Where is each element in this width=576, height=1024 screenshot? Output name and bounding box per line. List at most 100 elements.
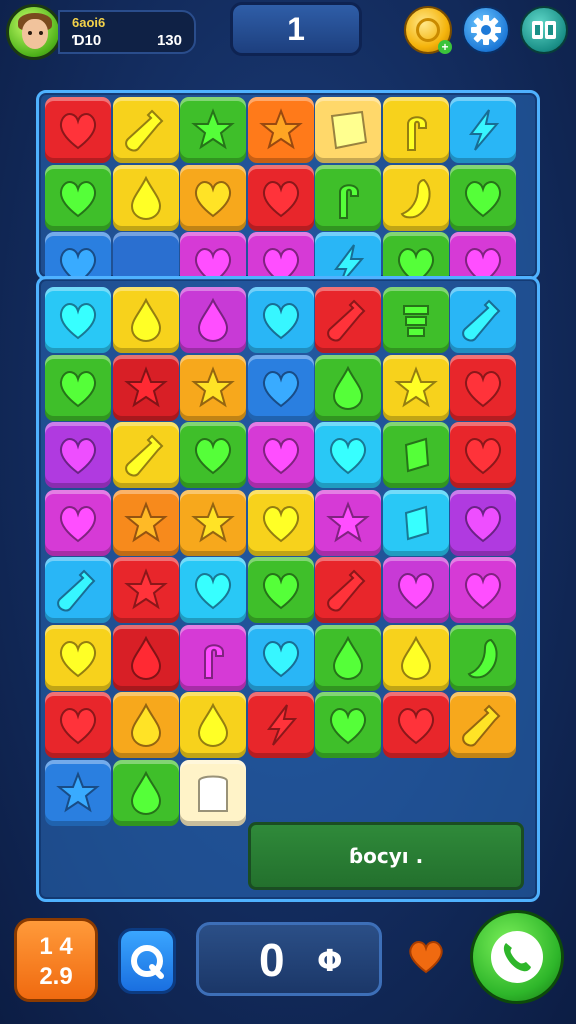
coin-shop-button[interactable]: +: [404, 6, 452, 54]
candy-tile[interactable]: [112, 97, 179, 163]
candy-tile[interactable]: [45, 164, 111, 231]
candy-tile[interactable]: [45, 422, 111, 488]
candy-tile[interactable]: [45, 97, 111, 163]
candy-tile[interactable]: [315, 422, 381, 488]
candy-tile[interactable]: [180, 354, 246, 421]
candy-tile[interactable]: [450, 692, 516, 758]
candy-tile[interactable]: [247, 164, 314, 231]
candy-tile[interactable]: [247, 232, 314, 277]
candy-tile[interactable]: [112, 287, 179, 353]
candy-tile[interactable]: [45, 557, 111, 623]
message-banner: ɓocyı .: [248, 822, 524, 890]
candy-tile[interactable]: [382, 422, 449, 488]
candy-heart-icon: [262, 303, 299, 340]
cards-button[interactable]: [520, 6, 568, 54]
avatar-face: [22, 19, 48, 49]
candy-tile[interactable]: [450, 164, 516, 231]
candy-tile[interactable]: [45, 232, 111, 277]
gear-icon: [471, 15, 501, 45]
shuffle-button[interactable]: [118, 928, 176, 994]
candy-tile[interactable]: [450, 354, 516, 421]
candy-tile[interactable]: [180, 692, 246, 758]
candy-coil-icon: [402, 305, 429, 337]
candy-tile[interactable]: [382, 232, 449, 277]
candy-tile[interactable]: [382, 489, 449, 556]
candy-tile[interactable]: [45, 354, 111, 421]
candy-heart-icon: [397, 573, 434, 610]
candy-cane-icon: [406, 116, 427, 151]
avatar[interactable]: [6, 4, 62, 60]
candy-tile[interactable]: [112, 624, 179, 691]
candy-tile[interactable]: [315, 557, 381, 623]
candy-tile[interactable]: [112, 164, 179, 231]
candy-drop-icon: [130, 770, 161, 815]
candy-tile[interactable]: [247, 624, 314, 691]
candy-tile[interactable]: [180, 759, 246, 826]
candy-tile[interactable]: [382, 624, 449, 691]
candy-heart-icon: [262, 370, 299, 407]
candy-tile[interactable]: [247, 692, 314, 758]
candy-tile[interactable]: [247, 422, 314, 488]
candy-tile[interactable]: [112, 422, 179, 488]
candy-heart-icon: [59, 370, 97, 407]
candy-tile[interactable]: [382, 354, 449, 421]
candy-tile[interactable]: [112, 759, 179, 826]
candy-tile[interactable]: [112, 489, 179, 556]
candy-tile[interactable]: [180, 287, 246, 353]
cards-icon: [532, 21, 556, 39]
candy-tile[interactable]: [315, 354, 381, 421]
avatar-eye: [28, 31, 32, 35]
candy-tile[interactable]: [315, 624, 381, 691]
candy-tile[interactable]: [450, 422, 516, 488]
candy-tile[interactable]: [247, 354, 314, 421]
candy-tile[interactable]: [180, 422, 246, 488]
candy-tile[interactable]: [180, 232, 246, 277]
candy-tile[interactable]: [45, 287, 111, 353]
candy-star-icon: [56, 770, 100, 812]
candy-tile[interactable]: [450, 97, 516, 163]
candy-tile[interactable]: [382, 97, 449, 163]
candy-tile[interactable]: [315, 97, 381, 163]
candy-tile[interactable]: [247, 489, 314, 556]
candy-tile[interactable]: [45, 624, 111, 691]
candy-tile[interactable]: [112, 232, 179, 277]
candy-tile[interactable]: [315, 287, 381, 353]
candy-tile[interactable]: [315, 164, 381, 231]
candy-tile[interactable]: [180, 489, 246, 556]
candy-tile[interactable]: [180, 557, 246, 623]
candy-heart-icon: [194, 438, 232, 475]
candy-bar-icon: [404, 437, 429, 473]
call-button[interactable]: [470, 910, 564, 1004]
candy-tile[interactable]: [382, 287, 449, 353]
candy-tile[interactable]: [382, 557, 449, 623]
candy-tile[interactable]: [45, 692, 111, 758]
candy-tile[interactable]: [450, 232, 516, 277]
moves-counter-button[interactable]: 1 4 2.9: [14, 918, 98, 1002]
candy-heart-icon: [464, 180, 502, 217]
candy-tile[interactable]: [450, 624, 516, 691]
candy-tile[interactable]: [112, 692, 179, 758]
candy-tile[interactable]: [315, 489, 381, 556]
candy-tile[interactable]: [247, 557, 314, 623]
candy-tile[interactable]: [450, 489, 516, 556]
candy-tile[interactable]: [450, 287, 516, 353]
candy-scroll-icon: [330, 110, 368, 150]
settings-button[interactable]: [462, 6, 510, 54]
candy-tile[interactable]: [315, 692, 381, 758]
candy-tile[interactable]: [247, 97, 314, 163]
player-panel[interactable]: 6aoi6 Ɗ10 130: [58, 10, 196, 54]
candy-heart-icon: [464, 573, 502, 610]
candy-tile[interactable]: [382, 692, 449, 758]
candy-tile[interactable]: [180, 164, 246, 231]
candy-tile[interactable]: [112, 354, 179, 421]
candy-tile[interactable]: [45, 759, 111, 826]
candy-tile[interactable]: [112, 557, 179, 623]
candy-tile[interactable]: [247, 287, 314, 353]
candy-tile[interactable]: [382, 164, 449, 231]
candy-tile[interactable]: [180, 97, 246, 163]
candy-tile[interactable]: [45, 489, 111, 556]
candy-drop-icon: [197, 702, 229, 748]
candy-tile[interactable]: [450, 557, 516, 623]
candy-tile[interactable]: [180, 624, 246, 691]
candy-tile[interactable]: [315, 232, 381, 277]
